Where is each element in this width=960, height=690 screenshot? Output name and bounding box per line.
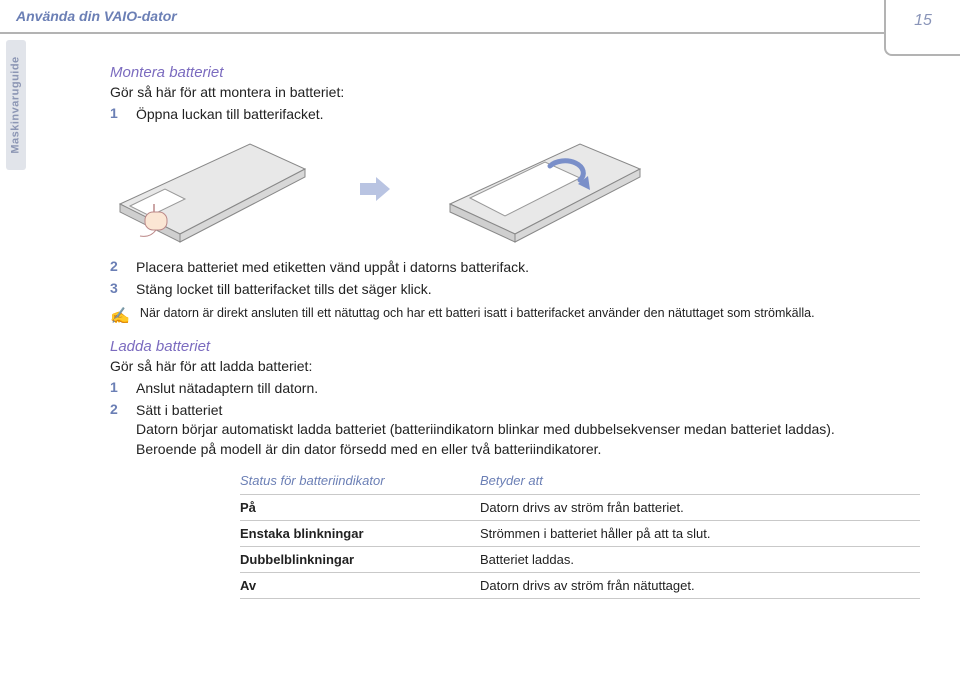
- cell-meaning: Batteriet laddas.: [480, 552, 920, 567]
- cell-meaning: Datorn drivs av ström från nätuttaget.: [480, 578, 920, 593]
- note-text: När datorn är direkt ansluten till ett n…: [140, 305, 815, 326]
- charge-heading: Ladda batteriet: [110, 338, 920, 355]
- battery-bay-illustration-1: [110, 134, 310, 244]
- page-number-box: 15: [884, 0, 960, 56]
- mount-step-2: 2 Placera batteriet med etiketten vänd u…: [110, 258, 920, 278]
- charge-step-1: 1 Anslut nätadaptern till datorn.: [110, 379, 920, 399]
- cell-status: Dubbelblinkningar: [240, 552, 410, 567]
- page-number: 15: [914, 12, 932, 30]
- cell-status: På: [240, 500, 410, 515]
- mount-step-3: 3 Stäng locket till batterifacket tills …: [110, 280, 920, 300]
- mount-step-1: 1 Öppna luckan till batterifacket.: [110, 105, 920, 125]
- cell-meaning: Strömmen i batteriet håller på att ta sl…: [480, 526, 920, 541]
- step-number: 3: [110, 280, 122, 300]
- table-row: Enstaka blinkningar Strömmen i batteriet…: [240, 520, 920, 546]
- step-number: 2: [110, 258, 122, 278]
- mount-intro: Gör så här för att montera in batteriet:: [110, 83, 920, 103]
- cell-status: Enstaka blinkningar: [240, 526, 410, 541]
- table-header: Status för batteriindikator Betyder att: [240, 473, 920, 488]
- step-text: Öppna luckan till batterifacket.: [136, 105, 324, 125]
- header-title: Använda din VAIO-dator: [16, 8, 177, 24]
- table-row: Dubbelblinkningar Batteriet laddas.: [240, 546, 920, 572]
- side-tab-label: Maskinvaruguide: [10, 56, 22, 153]
- step-text: Stäng locket till batterifacket tills de…: [136, 280, 432, 300]
- note-icon: ✍: [110, 306, 130, 326]
- mount-heading: Montera batteriet: [110, 64, 920, 81]
- charge-step-2: 2 Sätt i batteriet Datorn börjar automat…: [110, 401, 920, 460]
- note-row: ✍ När datorn är direkt ansluten till ett…: [110, 305, 920, 326]
- step-text: Anslut nätadaptern till datorn.: [136, 379, 318, 399]
- step-number: 1: [110, 105, 122, 125]
- cell-meaning: Datorn drivs av ström från batteriet.: [480, 500, 920, 515]
- step-text: Sätt i batteriet: [136, 401, 835, 421]
- main-content: Montera batteriet Gör så här för att mon…: [110, 64, 920, 599]
- charge-intro: Gör så här för att ladda batteriet:: [110, 357, 920, 377]
- step-detail: Datorn börjar automatiskt ladda batterie…: [136, 420, 835, 440]
- table-row: På Datorn drivs av ström från batteriet.: [240, 494, 920, 520]
- step-detail: Beroende på modell är din dator försedd …: [136, 440, 835, 460]
- table-row: Av Datorn drivs av ström från nätuttaget…: [240, 572, 920, 599]
- step-number: 1: [110, 379, 122, 399]
- arrow-right-icon: [360, 177, 390, 201]
- battery-bay-illustration-2: [440, 134, 650, 244]
- page-header: Använda din VAIO-dator: [0, 0, 960, 34]
- table-header-meaning: Betyder att: [480, 473, 543, 488]
- table-header-status: Status för batteriindikator: [240, 473, 410, 488]
- cell-status: Av: [240, 578, 410, 593]
- side-tab: Maskinvaruguide: [6, 40, 26, 170]
- step-number: 2: [110, 401, 122, 460]
- indicator-table: Status för batteriindikator Betyder att …: [240, 473, 920, 599]
- illustration-row: [110, 134, 920, 244]
- step-text: Placera batteriet med etiketten vänd upp…: [136, 258, 529, 278]
